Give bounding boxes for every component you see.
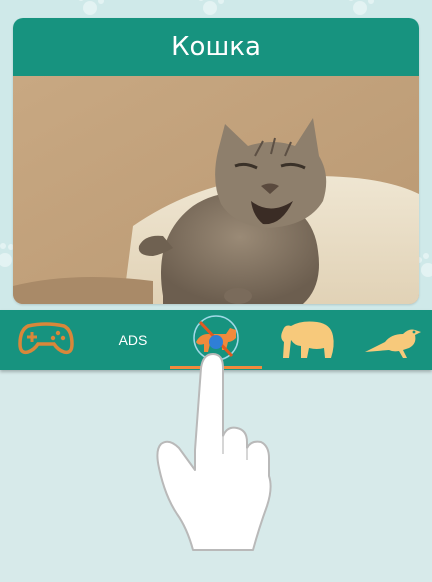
ads-label: ADS — [118, 332, 148, 348]
pointing-hand-icon — [155, 338, 275, 556]
cat-photo[interactable] — [13, 76, 419, 304]
gamepad-icon — [18, 320, 74, 360]
tab-bird[interactable] — [360, 310, 432, 370]
tab-bear[interactable] — [268, 310, 348, 370]
tab-games[interactable] — [10, 310, 82, 370]
card-title: Кошка — [13, 18, 419, 76]
bird-icon — [363, 318, 429, 362]
bear-icon — [277, 316, 339, 364]
animal-card: Кошка — [13, 18, 419, 304]
